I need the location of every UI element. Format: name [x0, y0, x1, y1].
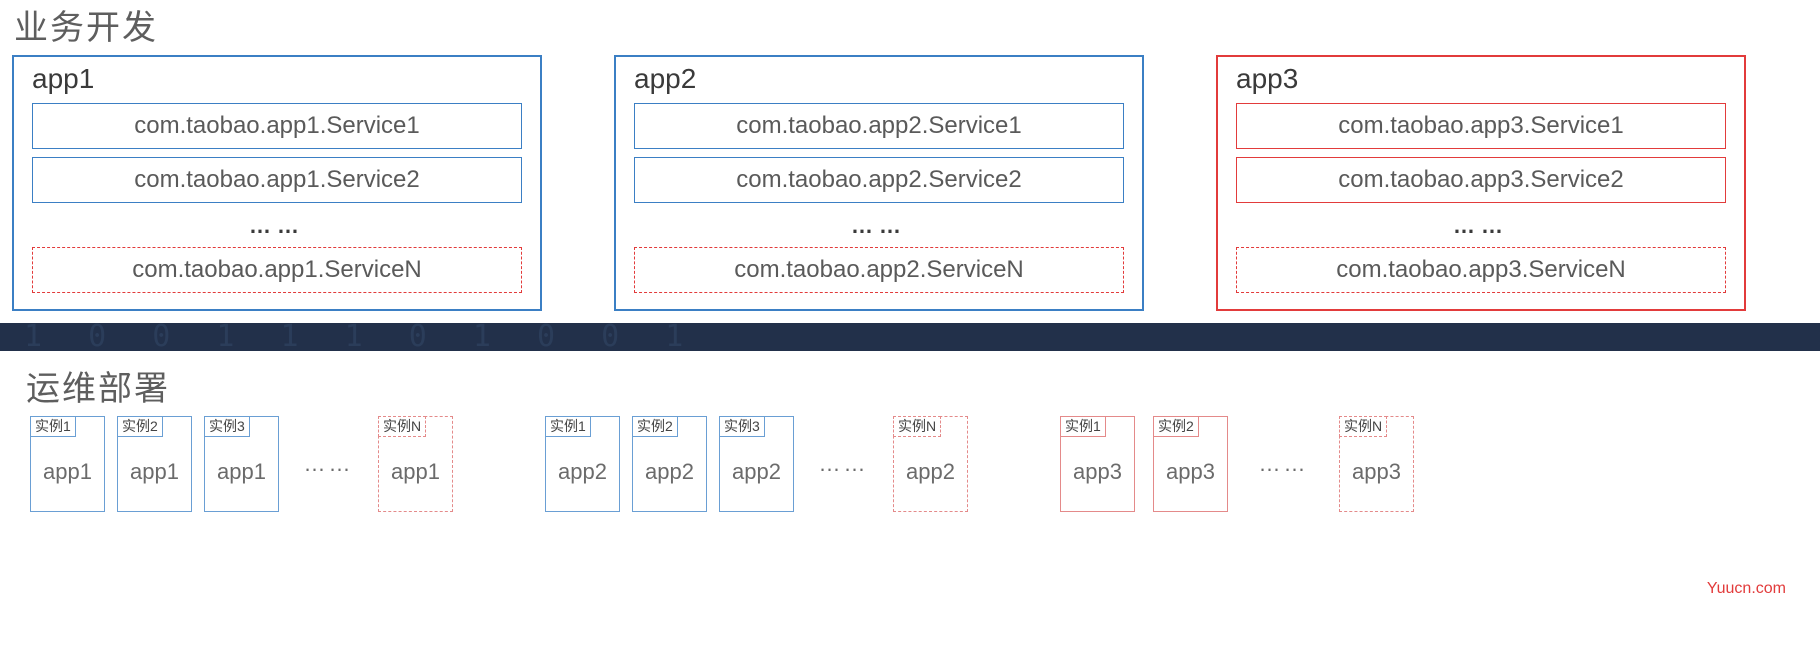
- ellipsis: ……: [1236, 213, 1726, 239]
- instance-box: 实例1 app3: [1060, 416, 1135, 512]
- instance-app: app3: [1073, 459, 1122, 485]
- instance-ellipsis: ……: [806, 416, 881, 512]
- instance-label: 实例N: [1339, 416, 1387, 437]
- instance-box-n: 实例N app3: [1339, 416, 1414, 512]
- instance-label: 实例N: [378, 416, 426, 437]
- instance-label: 实例2: [632, 416, 678, 437]
- section-title-dev: 业务开发: [14, 0, 1820, 49]
- instance-app: app3: [1166, 459, 1215, 485]
- instances-row: 实例1 app1 实例2 app1 实例3 app1 …… 实例N app1 实…: [12, 416, 1808, 512]
- app-box-app3: app3 com.taobao.app3.Service1 com.taobao…: [1216, 55, 1746, 311]
- service-item-n: com.taobao.app3.ServiceN: [1236, 247, 1726, 293]
- apps-row: app1 com.taobao.app1.Service1 com.taobao…: [0, 55, 1820, 311]
- instance-app: app2: [558, 459, 607, 485]
- instance-box-n: 实例N app1: [378, 416, 453, 512]
- service-item: com.taobao.app2.Service1: [634, 103, 1124, 149]
- service-item: com.taobao.app3.Service1: [1236, 103, 1726, 149]
- service-item: com.taobao.app3.Service2: [1236, 157, 1726, 203]
- instance-app: app1: [391, 459, 440, 485]
- app-box-app2: app2 com.taobao.app2.Service1 com.taobao…: [614, 55, 1144, 311]
- service-item-n: com.taobao.app2.ServiceN: [634, 247, 1124, 293]
- instance-group-app2: 实例1 app2 实例2 app2 实例3 app2 …… 实例N app2: [545, 416, 968, 512]
- instance-ellipsis: ……: [291, 416, 366, 512]
- instance-app: app1: [217, 459, 266, 485]
- instance-app: app2: [732, 459, 781, 485]
- instance-app: app1: [43, 459, 92, 485]
- service-item: com.taobao.app1.Service1: [32, 103, 522, 149]
- instance-label: 实例N: [893, 416, 941, 437]
- instance-ellipsis: ……: [1246, 416, 1321, 512]
- section-title-ops: 运维部署: [26, 361, 1808, 410]
- instance-label: 实例1: [1060, 416, 1106, 437]
- instance-group-app3: 实例1 app3 实例2 app3 …… 实例N app3: [1060, 416, 1414, 512]
- service-item: com.taobao.app1.Service2: [32, 157, 522, 203]
- instance-box: 实例3 app1: [204, 416, 279, 512]
- service-item-n: com.taobao.app1.ServiceN: [32, 247, 522, 293]
- instance-app: app3: [1352, 459, 1401, 485]
- app-title: app1: [32, 63, 522, 95]
- instance-app: app1: [130, 459, 179, 485]
- ellipsis: ……: [32, 213, 522, 239]
- app-title: app3: [1236, 63, 1726, 95]
- service-item: com.taobao.app2.Service2: [634, 157, 1124, 203]
- instance-label: 实例2: [1153, 416, 1199, 437]
- instance-label: 实例3: [204, 416, 250, 437]
- instance-box: 实例2 app3: [1153, 416, 1228, 512]
- instance-box: 实例2 app2: [632, 416, 707, 512]
- instance-box: 实例1 app1: [30, 416, 105, 512]
- instance-label: 实例3: [719, 416, 765, 437]
- instance-box: 实例3 app2: [719, 416, 794, 512]
- divider-bar: [0, 323, 1820, 351]
- instance-group-app1: 实例1 app1 实例2 app1 实例3 app1 …… 实例N app1: [30, 416, 453, 512]
- instance-label: 实例1: [545, 416, 591, 437]
- instance-app: app2: [906, 459, 955, 485]
- instance-label: 实例2: [117, 416, 163, 437]
- ellipsis: ……: [634, 213, 1124, 239]
- watermark: Yuucn.com: [1707, 580, 1786, 598]
- instance-box: 实例2 app1: [117, 416, 192, 512]
- instance-label: 实例1: [30, 416, 76, 437]
- instance-box-n: 实例N app2: [893, 416, 968, 512]
- app-title: app2: [634, 63, 1124, 95]
- instance-app: app2: [645, 459, 694, 485]
- app-box-app1: app1 com.taobao.app1.Service1 com.taobao…: [12, 55, 542, 311]
- instance-box: 实例1 app2: [545, 416, 620, 512]
